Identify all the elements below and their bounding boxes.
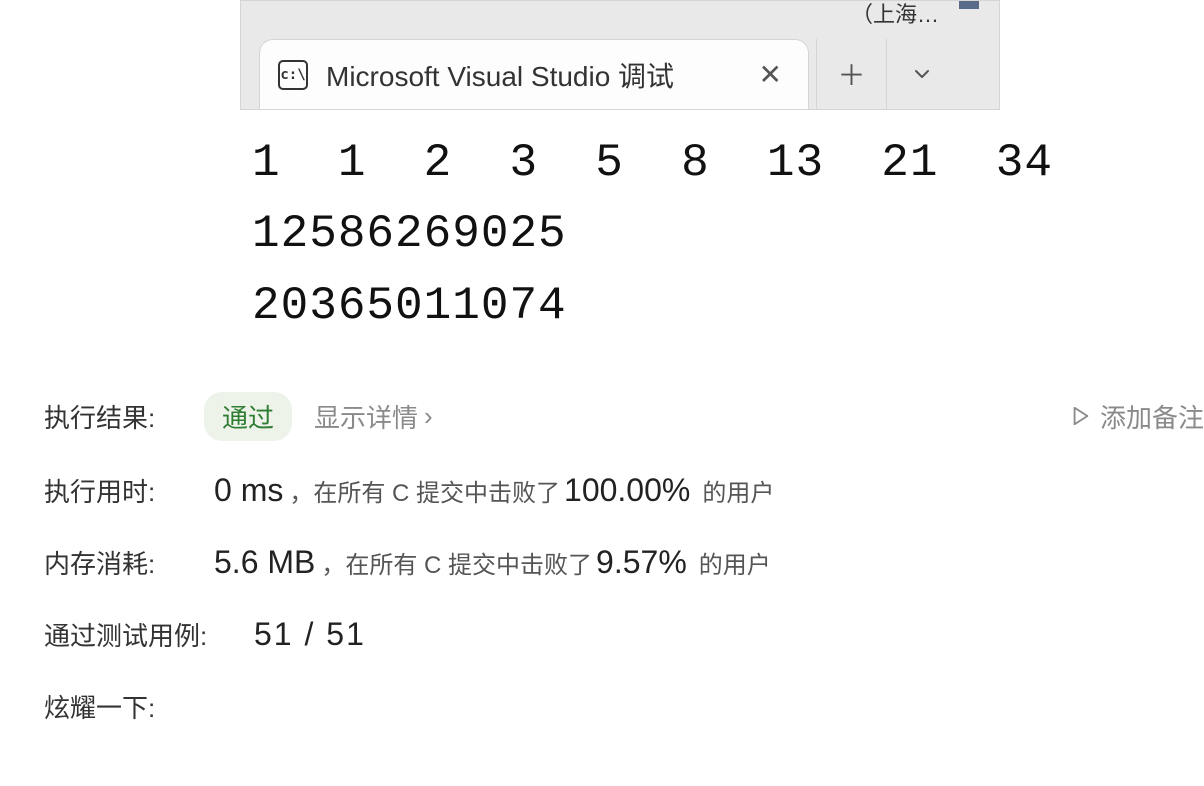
browser-tabbar: （上海… c:\ Microsoft Visual Studio 调试 ✕ ＋: [240, 0, 1000, 110]
fragment-text: （上海…: [851, 0, 939, 29]
flag-icon: [1070, 405, 1092, 427]
results-panel: 执行结果: 通过 显示详情 › 添加备注 执行用时: 0 ms ，在所有 C 提…: [44, 392, 1204, 729]
memory-mid: ，在所有 C 提交中击败了: [321, 545, 592, 580]
share-label: 炫耀一下:: [44, 688, 194, 725]
add-note-text: 添加备注: [1100, 398, 1204, 435]
memory-value: 5.6 MB: [214, 544, 315, 581]
share-row: 炫耀一下:: [44, 685, 1204, 729]
runtime-percent: 100.00%: [564, 472, 690, 509]
runtime-value: 0 ms: [214, 472, 283, 509]
console-line-2: 12586269025: [252, 208, 567, 260]
tab-title: Microsoft Visual Studio 调试: [326, 55, 733, 95]
console-line-1: 1 1 2 3 5 8 13 21 34: [252, 137, 1053, 189]
runtime-mid: ，在所有 C 提交中击败了: [289, 473, 560, 508]
close-icon[interactable]: ✕: [751, 57, 790, 93]
chevron-right-icon: ›: [424, 401, 433, 432]
tests-row: 通过测试用例: 51 / 51: [44, 613, 1204, 657]
terminal-icon: c:\: [278, 60, 308, 90]
memory-percent: 9.57%: [596, 544, 687, 581]
result-label: 执行结果:: [44, 398, 194, 435]
new-tab-button[interactable]: ＋: [816, 39, 886, 109]
console-output: 1 1 2 3 5 8 13 21 34 12586269025 2036501…: [252, 128, 1204, 342]
add-note-button[interactable]: 添加备注: [1070, 398, 1204, 435]
result-row: 执行结果: 通过 显示详情 › 添加备注: [44, 392, 1204, 441]
memory-label: 内存消耗:: [44, 544, 194, 581]
runtime-label: 执行用时:: [44, 472, 194, 509]
chevron-down-icon: [912, 64, 932, 84]
browser-tab[interactable]: c:\ Microsoft Visual Studio 调试 ✕: [259, 39, 809, 109]
tab-actions: ＋: [816, 39, 956, 109]
tabbar-accent: [959, 1, 979, 9]
status-badge: 通过: [204, 392, 292, 441]
details-text: 显示详情: [314, 398, 418, 435]
runtime-row: 执行用时: 0 ms ，在所有 C 提交中击败了 100.00% 的用户: [44, 469, 1204, 513]
memory-trail: 的用户: [699, 545, 771, 580]
runtime-trail: 的用户: [702, 473, 774, 508]
memory-row: 内存消耗: 5.6 MB ，在所有 C 提交中击败了 9.57% 的用户: [44, 541, 1204, 585]
tests-label: 通过测试用例:: [44, 616, 224, 653]
show-details-link[interactable]: 显示详情 ›: [314, 398, 433, 435]
console-line-3: 20365011074: [252, 280, 567, 332]
tests-value: 51 / 51: [254, 616, 366, 653]
tab-list-dropdown[interactable]: [886, 39, 956, 109]
